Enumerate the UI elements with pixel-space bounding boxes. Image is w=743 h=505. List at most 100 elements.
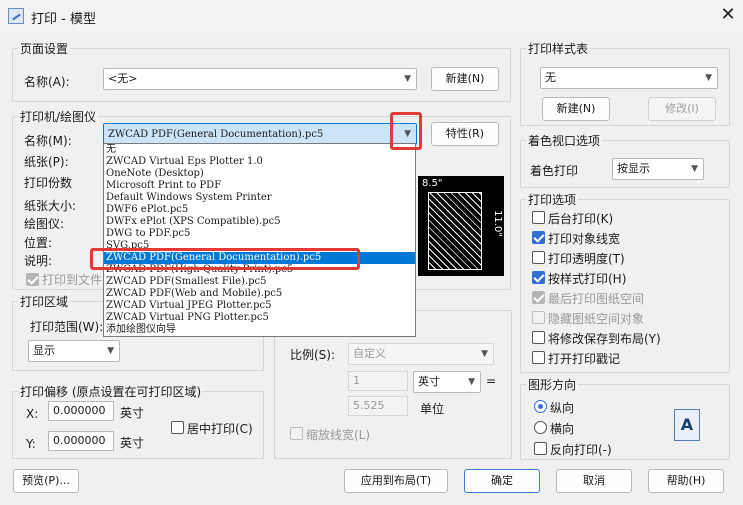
plot-option-checkbox[interactable]: [532, 311, 545, 324]
paper-size-label: 纸张大小:: [24, 199, 77, 213]
offset-x-input[interactable]: 0.000000: [48, 401, 114, 421]
printer-name-value: ZWCAD PDF(General Documentation).pc5: [108, 129, 324, 140]
printer-option[interactable]: Microsoft Print to PDF: [104, 180, 415, 192]
plot-style-select[interactable]: 无 ▼: [540, 67, 718, 89]
chevron-down-icon: ▼: [404, 74, 411, 84]
portrait-label: 纵向: [550, 401, 575, 415]
scale-value: 自定义: [353, 347, 386, 360]
reverse-plot-checkbox[interactable]: [534, 442, 547, 455]
offset-y-label: Y:: [26, 437, 36, 451]
scale-select[interactable]: 自定义 ▼: [348, 343, 494, 365]
copies-label: 打印份数: [24, 176, 73, 190]
printer-group-label: 打印机/绘图仪: [18, 108, 99, 125]
chevron-down-icon: ▼: [107, 346, 114, 356]
close-icon[interactable]: ✕: [717, 4, 739, 26]
plot-option-checkbox[interactable]: [532, 251, 545, 264]
plot-option-checkbox[interactable]: [532, 211, 545, 224]
offset-y-unit: 英寸: [120, 436, 145, 450]
plot-option-checkbox[interactable]: [532, 271, 545, 284]
plot-style-new-button[interactable]: 新建(N): [542, 97, 610, 121]
selected-option-highlight: [90, 248, 360, 270]
paper-sheet: [428, 192, 482, 270]
printer-option[interactable]: Default Windows System Printer: [104, 192, 415, 204]
printer-option[interactable]: DWG to PDF.pc5: [104, 228, 415, 240]
plot-option-checkbox[interactable]: [532, 291, 545, 304]
page-setup-name-select[interactable]: <无> ▼: [103, 68, 417, 90]
scale-lineweights-checkbox[interactable]: [290, 427, 303, 440]
page-setup-name-value: <无>: [108, 72, 138, 85]
printer-option[interactable]: DWF6 ePlot.pc5: [104, 204, 415, 216]
help-button[interactable]: 帮助(H): [648, 469, 724, 493]
printer-option[interactable]: ZWCAD PDF(Web and Mobile).pc5: [104, 288, 415, 300]
scale-value2-input[interactable]: 5.525: [348, 396, 408, 416]
portrait-orientation-icon: A: [674, 409, 700, 441]
ok-button[interactable]: 确定: [464, 469, 540, 493]
shade-plot-value: 按显示: [617, 162, 650, 175]
printer-option[interactable]: ZWCAD Virtual Eps Plotter 1.0: [104, 156, 415, 168]
printer-option[interactable]: 添加绘图仪向导: [104, 324, 415, 336]
plot-style-edit-button[interactable]: 修改(I): [648, 97, 716, 121]
offset-y-input[interactable]: 0.000000: [48, 431, 114, 451]
printer-properties-button[interactable]: 特性(R): [431, 122, 499, 146]
where-label: 位置:: [24, 236, 53, 250]
printer-option[interactable]: DWFx ePlot (XPS Compatible).pc5: [104, 216, 415, 228]
printer-option[interactable]: OneNote (Desktop): [104, 168, 415, 180]
shaded-viewport-label: 着色视口选项: [526, 132, 603, 149]
printer-option[interactable]: ZWCAD Virtual PNG Plotter.pc5: [104, 312, 415, 324]
scale-unit-label: 单位: [420, 402, 445, 416]
printer-option[interactable]: ZWCAD PDF(Smallest File).pc5: [104, 276, 415, 288]
plot-option-checkbox[interactable]: [532, 231, 545, 244]
shade-plot-label: 着色打印: [530, 164, 579, 178]
scale-unit-select[interactable]: 英寸 ▼: [413, 371, 481, 393]
plot-option-label: 将修改保存到布局(Y): [548, 332, 661, 346]
plot-option-label: 打印透明度(T): [548, 252, 625, 266]
printer-name-select[interactable]: ZWCAD PDF(General Documentation).pc5 ▼: [103, 123, 417, 145]
print-area-label: 打印区域: [18, 293, 71, 310]
scale-label: 比例(S):: [290, 348, 336, 362]
reverse-plot-label: 反向打印(-): [550, 443, 612, 457]
plot-option-label: 打开打印戳记: [548, 352, 621, 366]
plot-options-label: 打印选项: [526, 191, 579, 208]
plot-option-label: 后台打印(K): [548, 212, 614, 226]
print-offset-label: 打印偏移 (原点设置在可打印区域): [18, 383, 204, 400]
scale-equals: =: [486, 374, 497, 388]
apply-to-layout-button[interactable]: 应用到布局(T): [344, 469, 448, 493]
preview-button[interactable]: 预览(P)...: [13, 469, 79, 493]
plotter-label: 绘图仪:: [24, 217, 65, 231]
offset-x-unit: 英寸: [120, 406, 145, 420]
printer-name-label: 名称(M):: [24, 134, 72, 148]
plot-option-checkbox[interactable]: [532, 351, 545, 364]
chevron-down-icon: ▼: [705, 73, 712, 83]
page-setup-name-label: 名称(A):: [24, 75, 70, 89]
print-range-value: 显示: [33, 344, 55, 357]
portrait-radio[interactable]: [534, 400, 547, 413]
chevron-down-icon: ▼: [691, 164, 698, 174]
print-app-icon: [8, 8, 24, 24]
paper-label: 纸张(P):: [24, 155, 69, 169]
paper-width-label: 8.5": [422, 178, 443, 189]
window-title: 打印 - 模型: [31, 12, 96, 27]
print-range-select[interactable]: 显示 ▼: [28, 340, 120, 362]
plot-option-label: 按样式打印(H): [548, 272, 627, 286]
print-range-label: 打印范围(W):: [30, 320, 104, 334]
landscape-radio[interactable]: [534, 421, 547, 434]
plot-option-label: 打印对象线宽: [548, 232, 621, 246]
shade-plot-select[interactable]: 按显示 ▼: [612, 158, 704, 180]
print-to-file-checkbox[interactable]: [26, 273, 39, 286]
offset-x-label: X:: [26, 407, 39, 421]
plot-style-value: 无: [545, 71, 556, 84]
paper-height-label: 11.0": [491, 210, 503, 237]
page-setup-new-button[interactable]: 新建(N): [431, 67, 499, 91]
cancel-button[interactable]: 取消: [556, 469, 632, 493]
description-label: 说明:: [24, 254, 53, 268]
scale-unit-value: 英寸: [418, 375, 440, 388]
printer-option[interactable]: 无: [104, 144, 415, 156]
plot-option-checkbox[interactable]: [532, 331, 545, 344]
center-plot-checkbox[interactable]: [171, 421, 184, 434]
landscape-label: 横向: [550, 422, 575, 436]
scale-value1-input[interactable]: 1: [348, 371, 408, 391]
chevron-down-icon: ▼: [468, 377, 475, 387]
plot-option-label: 隐藏图纸空间对象: [548, 312, 645, 326]
printer-option[interactable]: ZWCAD Virtual JPEG Plotter.pc5: [104, 300, 415, 312]
page-setup-label: 页面设置: [18, 40, 71, 57]
